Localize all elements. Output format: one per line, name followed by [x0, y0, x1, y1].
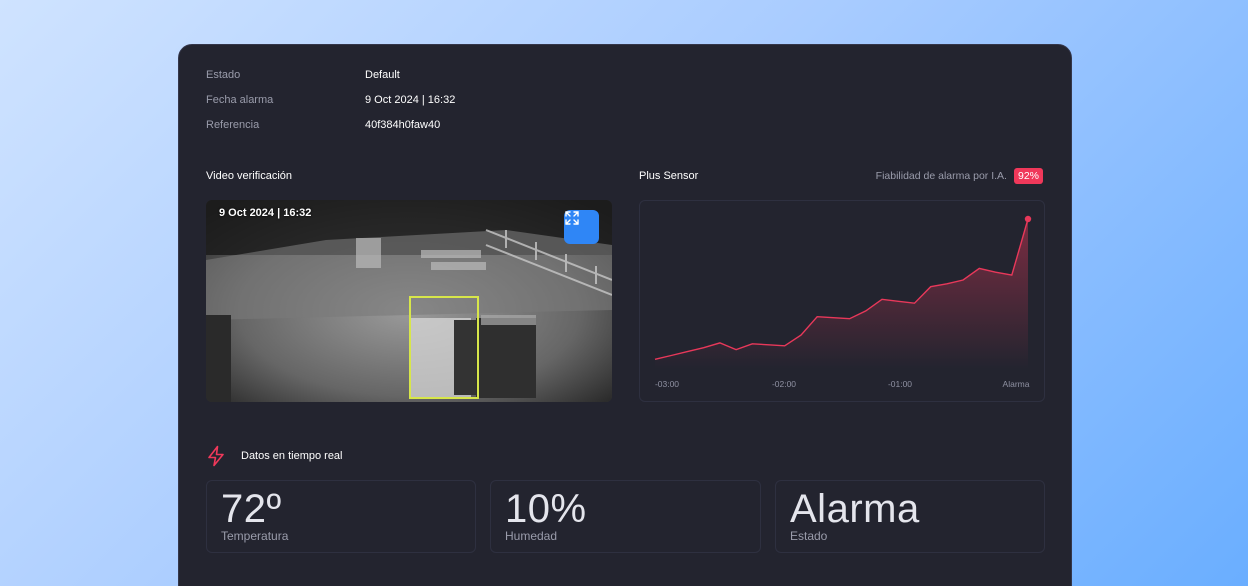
realtime-title: Datos en tiempo real [241, 450, 343, 462]
meta-label: Fecha alarma [206, 94, 274, 106]
chart-area [655, 219, 1028, 369]
reliability-indicator: Fiabilidad de alarma por I.A. 92% [876, 168, 1043, 184]
lightning-icon [208, 445, 224, 467]
chart-x-tick: -01:00 [888, 379, 912, 389]
meta-label: Referencia [206, 119, 260, 131]
card-label: Estado [790, 529, 828, 543]
meta-value: Default [365, 69, 400, 81]
card-value: 72º [221, 487, 282, 531]
card-temperatura: 72º Temperatura [206, 480, 476, 553]
sensor-chart-svg: -03:00 -02:00 -01:00 Alarma [654, 215, 1032, 389]
meta-value: 40f384h0faw40 [365, 119, 441, 131]
card-value: 10% [505, 487, 587, 531]
video-timestamp: 9 Oct 2024 | 16:32 [219, 207, 312, 219]
meta-row-fecha: Fecha alarma 9 Oct 2024 | 16:32 [206, 94, 455, 106]
card-label: Temperatura [221, 529, 289, 543]
meta-row-referencia: Referencia 40f384h0faw40 [206, 119, 440, 131]
chart-x-tick: -03:00 [655, 379, 679, 389]
reliability-badge: 92% [1013, 168, 1043, 184]
expand-button[interactable] [564, 210, 599, 244]
chart-endpoint [1024, 215, 1032, 223]
sensor-section-title: Plus Sensor [639, 170, 699, 182]
meta-label: Estado [206, 69, 241, 81]
video-frame [206, 200, 612, 402]
card-label: Humedad [505, 529, 558, 543]
sensor-chart: -03:00 -02:00 -01:00 Alarma [639, 200, 1045, 402]
video-section-title: Video verificación [206, 170, 293, 182]
card-value: Alarma [790, 487, 920, 531]
video-player[interactable]: 9 Oct 2024 | 16:32 [206, 200, 612, 402]
meta-row-estado: Estado Default [206, 69, 400, 81]
reliability-label: Fiabilidad de alarma por I.A. [875, 170, 1007, 182]
card-humedad: 10% Humedad [490, 480, 761, 553]
expand-icon [565, 211, 579, 225]
alarm-detail-panel: Estado Default Fecha alarma 9 Oct 2024 |… [178, 44, 1072, 586]
chart-x-tick: -02:00 [772, 379, 796, 389]
realtime-header: Datos en tiempo real [206, 445, 343, 467]
card-estado: Alarma Estado [775, 480, 1045, 553]
meta-value: 9 Oct 2024 | 16:32 [365, 94, 456, 106]
chart-x-tick: Alarma [1003, 379, 1030, 389]
